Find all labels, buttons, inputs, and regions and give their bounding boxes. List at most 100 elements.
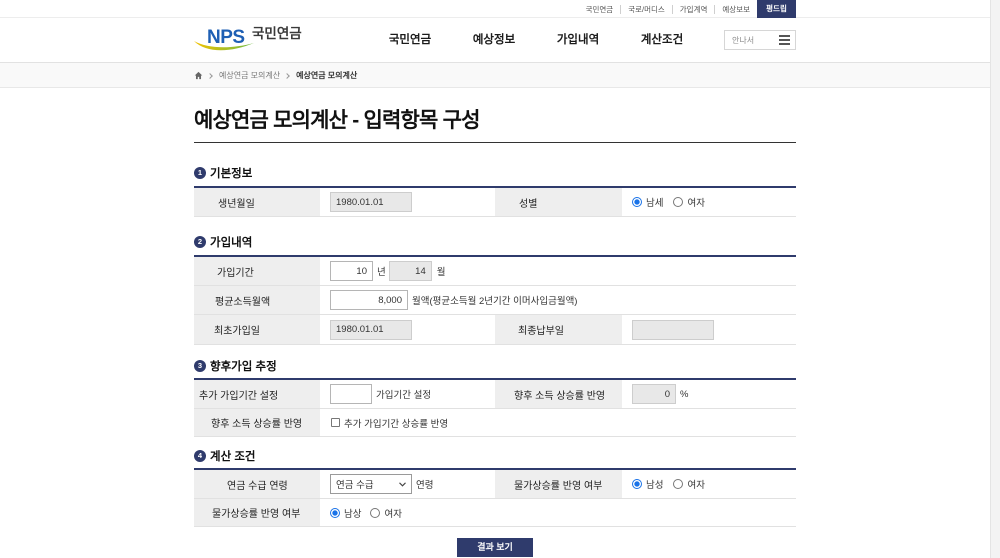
enrollment-period-cell: 년 월 [320, 257, 796, 285]
section-title: 계산 조건 [210, 451, 256, 463]
inflation-label: 물가상승률 반영 여부 [194, 499, 320, 526]
utility-highlight-button[interactable]: 평드립 [757, 0, 796, 18]
nav-item-calc-conditions[interactable]: 계산조건 [620, 31, 704, 49]
growth-apply-checkbox[interactable] [331, 418, 340, 427]
title-divider [194, 142, 796, 143]
inflation-option-label[interactable]: 여자 [687, 477, 704, 491]
period-months-field [388, 261, 432, 281]
avg-income-label: 평균소득월액 [194, 286, 320, 314]
inflation-radio-option-2[interactable] [370, 507, 381, 518]
pension-age-select[interactable]: 연금 수급 [330, 474, 412, 494]
breadcrumb-separator [207, 72, 213, 79]
extra-period-suffix: 가입기간 설정 [376, 390, 432, 401]
table-row: 추가 가입기간 설정 가입기간 설정 향후 소득 상승률 반영 % [194, 380, 796, 409]
page-title: 예상연금 모의계산 - 입력항목 구성 [194, 109, 480, 132]
section-basic-heading: 1 기본정보 [194, 166, 252, 180]
main-nav: 국민연금 예상정보 가입내역 계산조건 [368, 31, 704, 49]
table-row: 최초가입일 최종납부일 [194, 315, 796, 345]
logo-mark: NPS [207, 27, 245, 48]
enrollment-period-label: 가입기간 [194, 257, 320, 285]
first-enroll-date-cell [320, 315, 495, 344]
section-number-badge: 3 [194, 360, 206, 372]
hamburger-icon[interactable] [779, 35, 790, 45]
inflation-radio-option-1[interactable] [330, 507, 340, 518]
gender-cell: 남세 여자 [622, 188, 796, 216]
inflation-option-label[interactable]: 남상 [344, 506, 361, 520]
last-payment-date-cell [622, 315, 796, 344]
page-scrollbar[interactable] [990, 0, 1000, 558]
future-enrollment-table: 추가 가입기간 설정 가입기간 설정 향후 소득 상승률 반영 % 향후 소득 … [194, 378, 796, 437]
gender-radio-option-2[interactable] [673, 197, 684, 207]
chevron-down-icon [399, 482, 406, 487]
section-title: 향후가입 추정 [210, 361, 277, 373]
gender-label: 성별 [495, 188, 622, 216]
home-icon[interactable] [194, 71, 203, 80]
section-title: 기본정보 [210, 168, 253, 180]
avg-income-field[interactable] [330, 290, 408, 310]
years-unit: 년 [377, 267, 386, 278]
avg-income-cell: 월액(평균소득월 2년기간 이머사입금월액) [320, 286, 796, 314]
utility-link[interactable]: 국로/머디스 [620, 4, 672, 14]
section-number-badge: 2 [194, 236, 206, 248]
inflation-radio-option-2[interactable] [673, 479, 684, 489]
pension-age-selected-value: 연금 수급 [336, 480, 374, 491]
income-growth-field [632, 384, 676, 404]
basic-info-table: 생년월일 성별 남세 여자 [194, 186, 796, 217]
logo-name: 국민연금 [252, 26, 302, 41]
extra-period-label: 추가 가입기간 설정 [194, 380, 320, 408]
birth-date-field [330, 192, 412, 212]
extra-period-cell: 가입기간 설정 [320, 380, 495, 408]
nav-item-forecast[interactable]: 예상정보 [452, 31, 536, 49]
nav-item-pension[interactable]: 국민연금 [368, 31, 452, 49]
utility-link[interactable]: 국민연금 [579, 5, 621, 14]
pension-age-cell: 연금 수급 연령 [320, 470, 495, 498]
breadcrumb-item[interactable]: 예상연금 모의계산 [219, 70, 280, 81]
inflation-cell: 남상 여자 [320, 499, 796, 526]
nps-logo[interactable]: NPS 국민연금 [194, 26, 309, 54]
search-box [724, 30, 796, 50]
site-header: NPS 국민연금 국민연금 예상정보 가입내역 계산조건 [0, 18, 990, 63]
table-row: 가입기간 년 월 [194, 257, 796, 286]
table-row: 생년월일 성별 남세 여자 [194, 188, 796, 217]
utility-link[interactable]: 가입계역 [671, 4, 715, 14]
last-payment-date-label: 최종납부일 [495, 315, 622, 344]
search-input[interactable] [725, 31, 779, 49]
period-years-field[interactable] [330, 261, 373, 281]
gender-radio-option-1[interactable] [632, 197, 642, 207]
utility-bar: 국민연금 국로/머디스 가입계역 예상보보 평드립 [0, 0, 990, 18]
breadcrumb-trail: 예상연금 모의계산 예상연금 모의계산 [194, 63, 357, 88]
pension-age-label: 연금 수급 연령 [194, 470, 320, 498]
section-future-heading: 3 향후가입 추정 [194, 359, 277, 373]
table-row: 향후 소득 상승률 반영 추가 가입기간 상승률 반영 [194, 409, 796, 437]
breadcrumb: 예상연금 모의계산 예상연금 모의계산 [0, 63, 990, 88]
inflation-option-label[interactable]: 남성 [646, 477, 663, 491]
extra-period-field[interactable] [330, 384, 372, 404]
first-enroll-date-field [330, 319, 412, 340]
table-row: 물가상승률 반영 여부 남상 여자 [194, 499, 796, 527]
view-results-button[interactable]: 결과 보기 [457, 538, 533, 557]
months-unit: 월 [436, 267, 446, 278]
growth-apply-cell: 추가 가입기간 상승률 반영 [320, 409, 796, 436]
pension-age-suffix: 연령 [416, 480, 434, 491]
last-payment-date-field [632, 319, 714, 340]
breadcrumb-separator [284, 72, 290, 79]
inflation-radio-option-1[interactable] [632, 479, 642, 489]
section-title: 가입내역 [210, 237, 253, 249]
nav-item-enrollment[interactable]: 가입내역 [536, 31, 620, 49]
section-enrollment-heading: 2 가입내역 [194, 235, 252, 249]
birth-date-label: 생년월일 [194, 188, 320, 216]
enrollment-table: 가입기간 년 월 평균소득월액 월액(평균소득월 2년기간 이머사입금월액) 최… [194, 255, 796, 345]
growth-apply-checkbox-label[interactable]: 추가 가입기간 상승률 반영 [344, 416, 448, 430]
utility-links: 국민연금 국로/머디스 가입계역 예상보보 [579, 0, 757, 18]
section-number-badge: 4 [194, 450, 206, 462]
income-growth-label: 향후 소득 상승률 반영 [495, 380, 622, 408]
utility-link[interactable]: 예상보보 [714, 4, 757, 14]
calc-conditions-table: 연금 수급 연령 연금 수급 연령 물가상승률 반영 여부 남성 여자 물가상승… [194, 468, 796, 527]
gender-option-label[interactable]: 여자 [687, 195, 704, 209]
inflation-option-label[interactable]: 여자 [384, 506, 401, 520]
table-row: 연금 수급 연령 연금 수급 연령 물가상승률 반영 여부 남성 여자 [194, 470, 796, 499]
birth-date-cell [320, 188, 495, 216]
growth-apply-label: 향후 소득 상승률 반영 [194, 409, 320, 436]
table-row: 평균소득월액 월액(평균소득월 2년기간 이머사입금월액) [194, 286, 796, 315]
gender-option-label[interactable]: 남세 [646, 195, 663, 209]
